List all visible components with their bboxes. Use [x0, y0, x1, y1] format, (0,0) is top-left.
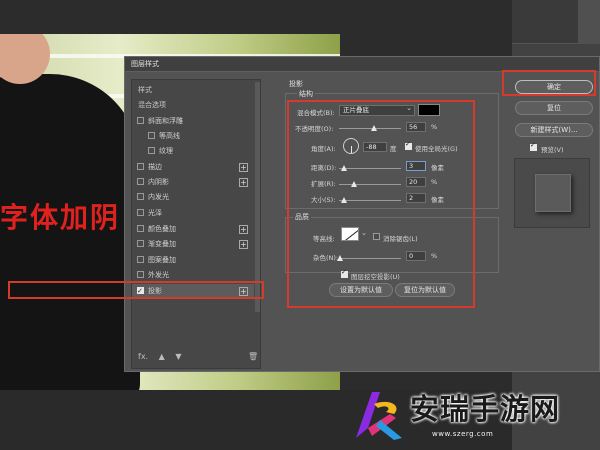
- inner-shadow-checkbox[interactable]: [137, 178, 144, 185]
- list-item-label: 内阴影: [148, 178, 169, 186]
- add-gradient-overlay-icon[interactable]: +: [239, 240, 248, 249]
- watermark-logo-icon: [356, 392, 402, 440]
- list-item-color-overlay[interactable]: 颜色叠加 +: [132, 222, 254, 237]
- move-down-icon[interactable]: ▼: [175, 352, 181, 361]
- style-preview-swatch: [535, 174, 571, 212]
- trash-icon[interactable]: 🗑: [248, 352, 258, 361]
- texture-checkbox[interactable]: [148, 147, 155, 154]
- watermark-name: 安瑞手游网: [410, 392, 561, 426]
- list-item-inner-glow[interactable]: 内发光: [132, 190, 254, 205]
- list-scrollbar[interactable]: [255, 82, 260, 312]
- outer-glow-checkbox[interactable]: [137, 271, 144, 278]
- list-item-label: 纹理: [159, 147, 173, 155]
- list-item-contour[interactable]: 等高线: [132, 129, 254, 144]
- ok-button-highlight: [502, 70, 596, 96]
- list-item-blending-options[interactable]: 混合选项: [132, 98, 254, 113]
- add-inner-shadow-icon[interactable]: +: [239, 178, 248, 187]
- list-item-label: 外发光: [148, 271, 169, 279]
- add-stroke-icon[interactable]: +: [239, 163, 248, 172]
- list-item-label: 等高线: [159, 132, 180, 140]
- bevel-emboss-checkbox[interactable]: [137, 117, 144, 124]
- list-item-label: 渐变叠加: [148, 240, 176, 248]
- list-item-stroke[interactable]: 描边 +: [132, 160, 254, 175]
- gradient-overlay-checkbox[interactable]: [137, 240, 144, 247]
- satin-checkbox[interactable]: [137, 209, 144, 216]
- drop-shadow-highlight: [8, 281, 264, 299]
- canvas-overlay-text: 字体加阴: [0, 201, 121, 234]
- preview-checkbox[interactable]: [530, 141, 537, 151]
- list-item-label: 图案叠加: [148, 256, 176, 264]
- list-item-label: 颜色叠加: [148, 225, 176, 233]
- contour-checkbox[interactable]: [148, 132, 155, 139]
- stroke-checkbox[interactable]: [137, 163, 144, 170]
- list-footer: fx. ▲ ▼: [138, 352, 190, 361]
- reset-button[interactable]: 复位: [515, 101, 593, 115]
- add-color-overlay-icon[interactable]: +: [239, 225, 248, 234]
- color-overlay-checkbox[interactable]: [137, 225, 144, 232]
- settings-highlight: [287, 100, 475, 308]
- new-style-button[interactable]: 新建样式(W)...: [515, 123, 593, 137]
- list-item-bevel-emboss[interactable]: 斜面和浮雕: [132, 114, 254, 129]
- list-item-gradient-overlay[interactable]: 渐变叠加 +: [132, 237, 254, 252]
- watermark-url: www.szerg.com: [432, 430, 494, 438]
- list-item-label: 内发光: [148, 193, 169, 201]
- structure-title: 结构: [297, 89, 315, 99]
- fx-icon[interactable]: fx.: [138, 352, 148, 361]
- style-preview: [514, 158, 590, 228]
- list-item-satin[interactable]: 光泽: [132, 206, 254, 221]
- list-item-texture[interactable]: 纹理: [132, 144, 254, 159]
- pattern-overlay-checkbox[interactable]: [137, 256, 144, 263]
- list-item-inner-shadow[interactable]: 内阴影 +: [132, 175, 254, 190]
- list-item-label: 描边: [148, 163, 162, 171]
- inner-glow-checkbox[interactable]: [137, 193, 144, 200]
- list-item-label: 光泽: [148, 209, 162, 217]
- panel-title: 投影: [289, 80, 303, 88]
- right-panel-tab: [578, 0, 600, 44]
- list-item-pattern-overlay[interactable]: 图案叠加: [132, 253, 254, 268]
- move-up-icon[interactable]: ▲: [159, 352, 165, 361]
- list-item-styles[interactable]: 样式: [132, 83, 254, 98]
- style-list: 样式 混合选项 斜面和浮雕 等高线 纹理 描边 + 内阴影 + 内发光 光泽 颜…: [131, 79, 261, 369]
- preview-label: 预览(V): [541, 146, 564, 154]
- list-item-label: 斜面和浮雕: [148, 117, 183, 125]
